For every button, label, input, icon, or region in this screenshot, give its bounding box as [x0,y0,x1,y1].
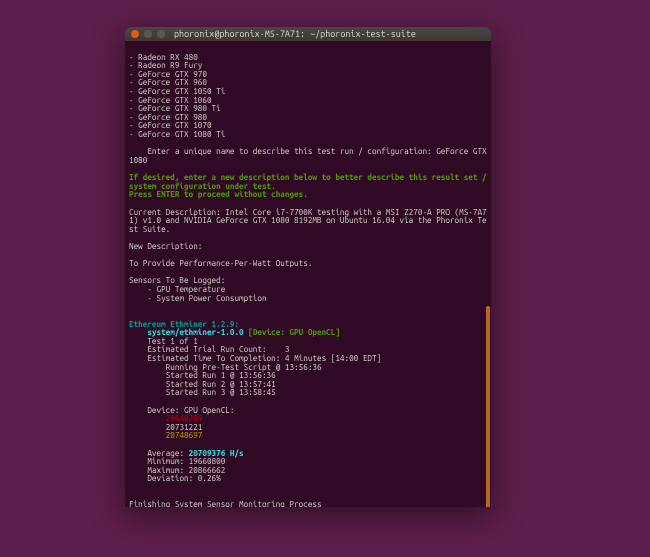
sensor-item: - System Power Consumption [129,293,267,303]
scrollbar[interactable] [486,306,490,507]
perf-line: To Provide Performance-Per-Watt Outputs. [129,258,312,268]
gpu-list-item: - GeForce GTX 1080 Ti [129,129,225,139]
result-value-high: 20748697 [129,430,202,440]
terminal-window: phoronix@phoronix-MS-7A71: ~/phoronix-te… [125,27,491,507]
titlebar[interactable]: phoronix@phoronix-MS-7A71: ~/phoronix-te… [125,27,491,41]
terminal-content[interactable]: - Radeon RX 480 - Radeon R9 Fury - GeFor… [125,41,491,507]
new-description-label: New Description: [129,241,202,251]
minimize-icon[interactable] [144,30,152,38]
monitor-closing: Finishing System Sensor Monitoring Proce… [129,499,322,507]
close-icon[interactable] [131,30,139,38]
dev-line: Deviation: 0.26% [129,473,221,483]
desc-prompt-line1: If desired, enter a new description belo… [129,172,491,191]
window-title: phoronix@phoronix-MS-7A71: ~/phoronix-te… [174,29,416,39]
desc-prompt-line2: Press ENTER to proceed without changes. [129,189,308,199]
maximize-icon[interactable] [157,30,165,38]
run-line: Started Run 3 @ 13:58:45 [129,387,276,397]
prompt-name: Enter a unique name to describe this tes… [129,146,491,165]
current-description: Current Description: Intel Core i7-7700K… [129,207,487,234]
